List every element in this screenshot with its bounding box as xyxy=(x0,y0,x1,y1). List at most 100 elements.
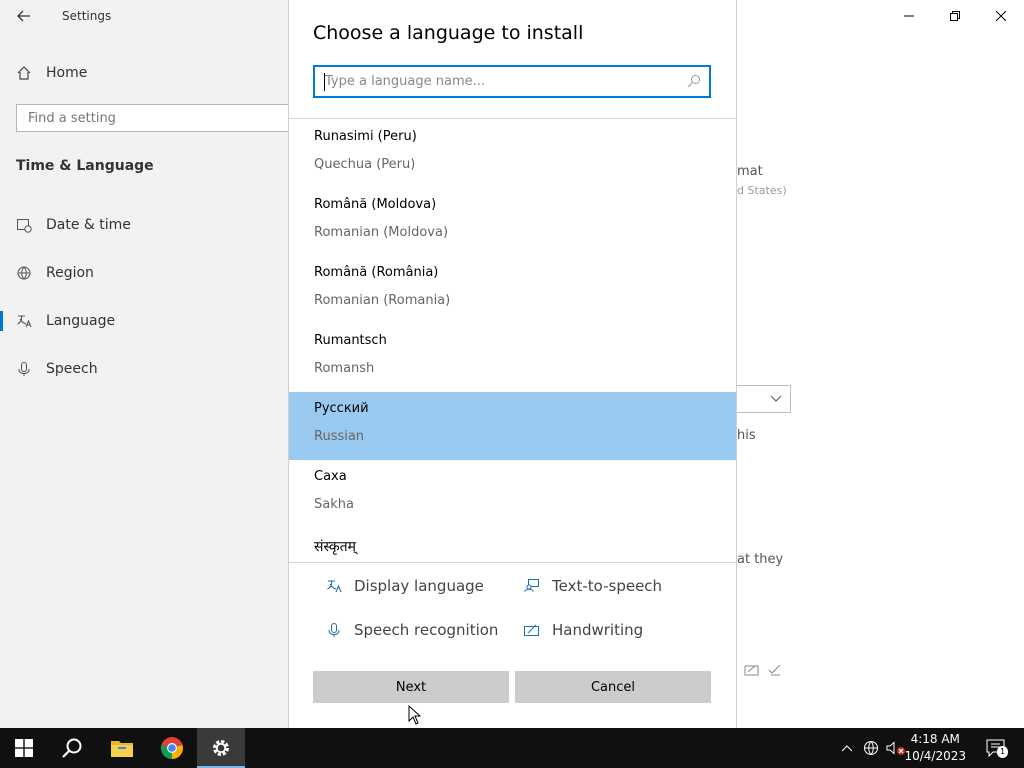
close-button[interactable] xyxy=(978,0,1024,32)
language-item-romansh[interactable]: Rumantsch Romansh xyxy=(289,324,736,392)
start-icon xyxy=(15,739,33,757)
language-native-name: Русский xyxy=(314,401,369,416)
sidebar-item-speech[interactable]: Speech xyxy=(16,354,98,384)
feature-speech-recognition: Speech recognition xyxy=(326,618,498,642)
language-native-name: Runasimi (Peru) xyxy=(314,129,417,144)
language-list: Runasimi (Peru) Quechua (Peru) Română (M… xyxy=(289,120,736,562)
calendar-clock-icon xyxy=(17,219,32,233)
language-native-name: Саха xyxy=(314,469,347,484)
handwriting-icon xyxy=(524,624,539,636)
language-native-name: Română (Moldova) xyxy=(314,197,437,212)
background-text: d States) xyxy=(737,184,787,197)
taskbar-chrome[interactable] xyxy=(148,728,196,768)
settings-icon xyxy=(213,740,229,756)
feature-label: Text-to-speech xyxy=(552,577,663,595)
find-setting-input[interactable]: Find a setting xyxy=(16,104,294,132)
display-language-icon xyxy=(327,580,342,593)
language-item-quechua[interactable]: Runasimi (Peru) Quechua (Peru) xyxy=(289,120,736,188)
language-english-name: Romanian (Romania) xyxy=(314,293,451,308)
language-icon xyxy=(17,315,32,328)
language-english-name: Russian xyxy=(314,429,365,444)
search-icon xyxy=(687,75,700,88)
feature-label: Speech recognition xyxy=(354,621,499,639)
taskbar-clock[interactable]: 4:18 AM 10/4/2023 xyxy=(904,731,966,765)
language-english-name: Romanian (Moldova) xyxy=(314,225,449,240)
language-native-name: Rumantsch xyxy=(314,333,387,348)
sidebar-item-label: Language xyxy=(46,313,116,329)
divider xyxy=(289,562,736,563)
divider xyxy=(289,118,736,119)
sidebar-item-label: Region xyxy=(46,265,94,281)
feature-label: Handwriting xyxy=(552,621,644,639)
mouse-cursor-icon xyxy=(408,705,422,725)
clock-date: 10/4/2023 xyxy=(904,749,966,763)
sidebar-item-home[interactable]: Home xyxy=(16,58,87,88)
taskbar-settings[interactable] xyxy=(197,728,245,768)
taskbar: 4:18 AM 10/4/2023 1 xyxy=(0,728,1024,768)
dialog-title: Choose a language to install xyxy=(313,22,584,44)
window-title: Settings xyxy=(62,9,112,23)
clock-time: 4:18 AM xyxy=(910,732,960,746)
back-button[interactable] xyxy=(10,4,38,28)
language-item-romanian-romania[interactable]: Română (România) Romanian (Romania) xyxy=(289,256,736,324)
language-native-name: Română (România) xyxy=(314,265,439,280)
language-item-sakha[interactable]: Саха Sakha xyxy=(289,460,736,528)
language-english-name: Sakha xyxy=(314,497,354,512)
language-item-romanian-moldova[interactable]: Română (Moldova) Romanian (Moldova) xyxy=(289,188,736,256)
restore-icon xyxy=(950,11,960,21)
taskbar-search-button[interactable] xyxy=(48,728,96,768)
sidebar-item-home-label: Home xyxy=(46,65,88,81)
next-button[interactable]: Next xyxy=(313,671,509,703)
background-text: at they xyxy=(737,552,784,567)
home-icon xyxy=(17,66,31,80)
settings-sidebar: Settings Home Find a setting Time & Lang… xyxy=(0,0,294,728)
search-icon xyxy=(62,738,82,758)
start-button[interactable] xyxy=(0,728,48,768)
sidebar-item-date-time[interactable]: Date & time xyxy=(16,210,131,240)
language-native-name: संस्कृतम् xyxy=(314,539,357,555)
microphone-icon xyxy=(18,362,30,376)
sidebar-item-language[interactable]: Language xyxy=(16,306,115,336)
minimize-button[interactable] xyxy=(886,0,932,32)
check-icon xyxy=(768,664,781,676)
back-arrow-icon xyxy=(17,10,30,22)
choose-language-dialog: Choose a language to install Type a lang… xyxy=(288,0,737,728)
background-text: mat xyxy=(737,164,763,179)
handwriting-icon xyxy=(744,665,759,676)
selection-indicator xyxy=(0,311,3,331)
language-item-sanskrit[interactable]: संस्कृतम् xyxy=(289,528,736,562)
sidebar-item-label: Speech xyxy=(46,361,98,377)
language-english-name: Romansh xyxy=(314,361,375,376)
search-placeholder: Type a language name... xyxy=(325,74,486,89)
feature-label: Display language xyxy=(354,577,484,595)
background-dropdown[interactable] xyxy=(735,385,791,413)
feature-display-language: Display language xyxy=(326,574,484,598)
microphone-icon xyxy=(328,623,340,637)
section-title: Time & Language xyxy=(16,158,154,174)
volume-muted-icon xyxy=(886,741,905,755)
close-icon xyxy=(996,11,1006,21)
minimize-icon xyxy=(904,15,914,17)
language-search-input[interactable]: Type a language name... xyxy=(313,65,711,98)
sidebar-item-region[interactable]: Region xyxy=(16,258,94,288)
chevron-up-icon xyxy=(841,745,853,752)
notification-count-badge: 1 xyxy=(997,746,1008,758)
network-globe-icon xyxy=(864,741,878,755)
feature-text-to-speech: Text-to-speech xyxy=(523,574,662,598)
text-to-speech-icon xyxy=(524,579,539,592)
show-hidden-icons-button[interactable] xyxy=(836,728,858,768)
action-center-button[interactable]: 1 xyxy=(976,728,1016,768)
globe-icon xyxy=(17,266,31,280)
language-english-name: Quechua (Peru) xyxy=(314,157,416,172)
taskbar-file-explorer[interactable] xyxy=(98,728,146,768)
network-button[interactable] xyxy=(860,728,882,768)
file-explorer-icon xyxy=(111,741,133,757)
language-item-russian[interactable]: Русский Russian xyxy=(289,392,736,460)
chevron-down-icon xyxy=(770,395,782,402)
background-text: his xyxy=(737,428,756,443)
sidebar-item-label: Date & time xyxy=(46,217,131,233)
cancel-button[interactable]: Cancel xyxy=(515,671,711,703)
chrome-icon xyxy=(161,737,183,759)
feature-handwriting: Handwriting xyxy=(523,618,643,642)
restore-button[interactable] xyxy=(932,0,978,32)
